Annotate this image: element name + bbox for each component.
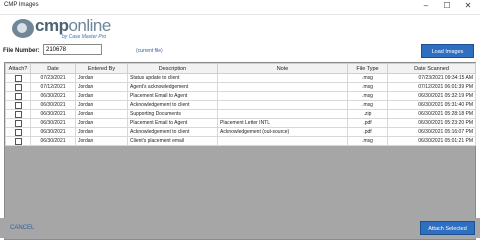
- cell-file-type: .pdf: [347, 127, 388, 137]
- attach-cell[interactable]: [5, 91, 31, 101]
- header-description[interactable]: Description: [127, 63, 218, 74]
- header-attach[interactable]: Attach?: [5, 63, 31, 74]
- cell-date-scanned: 07/23/2021 09:34:15 AM: [387, 73, 476, 83]
- cell-date-scanned: 06/30/2021 05:16:07 PM: [387, 127, 476, 137]
- images-grid: Attach? Date Entered By Description Note…: [4, 62, 476, 240]
- cell-note: [217, 100, 348, 110]
- attach-checkbox[interactable]: [14, 92, 22, 100]
- cell-file-type: .pdf: [347, 118, 388, 128]
- images-table: Attach? Date Entered By Description Note…: [5, 63, 476, 146]
- cell-date: 06/30/2021: [30, 127, 76, 137]
- cell-entered-by: Jordan: [75, 109, 128, 119]
- window-title: CMP Images: [4, 2, 39, 8]
- cell-file-type: .msg: [347, 136, 388, 146]
- current-file-link[interactable]: (current file): [136, 48, 163, 54]
- table-row[interactable]: 06/30/2021 Jordan Placement Email to Agent…: [5, 91, 476, 101]
- attach-checkbox[interactable]: [14, 110, 22, 118]
- cell-entered-by: Jordan: [75, 82, 128, 92]
- cell-note: [217, 136, 348, 146]
- cell-note: [217, 73, 348, 83]
- attach-cell[interactable]: [5, 82, 31, 92]
- cell-description: Placement Email to Agent: [127, 118, 218, 128]
- attach-cell[interactable]: [5, 109, 31, 119]
- cell-date-scanned: 06/30/2021 05:01:21 PM: [387, 136, 476, 146]
- cell-entered-by: Jordan: [75, 100, 128, 110]
- cell-description: Status update to client: [127, 73, 218, 83]
- cell-entered-by: Jordan: [75, 118, 128, 128]
- cell-note: [217, 82, 348, 92]
- cell-description: Supporting Documents: [127, 109, 218, 119]
- cell-description: Agent's acknowledgement: [127, 82, 218, 92]
- table-row[interactable]: 07/12/2021 Jordan Agent's acknowledgement.…: [5, 82, 476, 92]
- cell-file-type: .msg: [347, 91, 388, 101]
- attach-checkbox[interactable]: [14, 128, 22, 136]
- cell-entered-by: Jordan: [75, 127, 128, 137]
- logo-mark-icon: [12, 19, 34, 38]
- cell-description: Acknowledgement to client: [127, 127, 218, 137]
- table-row[interactable]: 06/30/2021 Jordan Supporting Documents .zip…: [5, 109, 476, 119]
- cell-description: Client's placement email: [127, 136, 218, 146]
- cancel-button[interactable]: CANCEL: [10, 225, 34, 231]
- close-button[interactable]: ✕: [459, 1, 477, 10]
- attach-selected-button[interactable]: Attach Selected: [420, 221, 475, 235]
- cell-date: 06/30/2021: [30, 118, 76, 128]
- header-date-scanned[interactable]: Date Scanned: [387, 63, 476, 74]
- file-number-label: File Number:: [3, 48, 40, 54]
- app-logo: cmponline by Case Master Pro: [12, 16, 111, 42]
- logo-brand: cmponline: [35, 16, 111, 35]
- table-row[interactable]: 06/30/2021 Jordan Placement Email to Agent…: [5, 118, 476, 128]
- cell-note: [217, 109, 348, 119]
- minimize-button[interactable]: –: [417, 1, 435, 10]
- cell-description: Placement Email to Agent: [127, 91, 218, 101]
- cell-date-scanned: 06/30/2021 05:32:19 PM: [387, 91, 476, 101]
- cell-date: 06/30/2021: [30, 91, 76, 101]
- bottom-bar: CANCEL Attach Selected: [0, 218, 480, 238]
- attach-cell[interactable]: [5, 136, 31, 146]
- attach-checkbox[interactable]: [14, 74, 22, 82]
- cell-description: Acknowledgement to client: [127, 100, 218, 110]
- cell-file-type: .msg: [347, 100, 388, 110]
- logo-tagline: by Case Master Pro: [62, 34, 107, 40]
- attach-checkbox[interactable]: [14, 119, 22, 127]
- maximize-button[interactable]: ☐: [438, 1, 456, 10]
- header-entered-by[interactable]: Entered By: [75, 63, 128, 74]
- attach-checkbox[interactable]: [14, 101, 22, 109]
- attach-checkbox[interactable]: [14, 137, 22, 145]
- table-row[interactable]: 06/30/2021 Jordan Acknowledgement to clien…: [5, 127, 476, 137]
- header-file-type[interactable]: File Type: [347, 63, 388, 74]
- header-note[interactable]: Note: [217, 63, 348, 74]
- table-header-row: Attach? Date Entered By Description Note…: [5, 63, 476, 74]
- cell-date: 06/30/2021: [30, 136, 76, 146]
- attach-cell[interactable]: [5, 118, 31, 128]
- cell-file-type: .msg: [347, 73, 388, 83]
- cell-note: Placement Letter INTL: [217, 118, 348, 128]
- file-number-input[interactable]: 210678: [43, 44, 102, 55]
- attach-cell[interactable]: [5, 127, 31, 137]
- cell-date-scanned: 07/12/2021 06:01:39 PM: [387, 82, 476, 92]
- cell-date: 06/30/2021: [30, 100, 76, 110]
- cell-note: [217, 91, 348, 101]
- attach-cell[interactable]: [5, 73, 31, 83]
- cell-entered-by: Jordan: [75, 73, 128, 83]
- attach-cell[interactable]: [5, 100, 31, 110]
- cell-file-type: .msg: [347, 82, 388, 92]
- title-bar: CMP Images – ☐ ✕: [0, 0, 480, 15]
- cell-note: Acknowledgement (out-source): [217, 127, 348, 137]
- cell-date-scanned: 06/30/2021 05:28:18 PM: [387, 109, 476, 119]
- cell-entered-by: Jordan: [75, 91, 128, 101]
- cell-date: 07/12/2021: [30, 82, 76, 92]
- attach-checkbox[interactable]: [14, 83, 22, 91]
- cell-file-type: .zip: [347, 109, 388, 119]
- header-date[interactable]: Date: [30, 63, 76, 74]
- table-row[interactable]: 07/23/2021 Jordan Status update to client.…: [5, 73, 476, 83]
- cell-date-scanned: 06/30/2021 05:31:40 PM: [387, 100, 476, 110]
- table-row[interactable]: 06/30/2021 Jordan Acknowledgement to clien…: [5, 100, 476, 110]
- cell-entered-by: Jordan: [75, 136, 128, 146]
- cell-date-scanned: 06/30/2021 05:23:20 PM: [387, 118, 476, 128]
- cell-date: 07/23/2021: [30, 73, 76, 83]
- load-images-button[interactable]: Load Images: [421, 44, 474, 58]
- cell-date: 06/30/2021: [30, 109, 76, 119]
- table-row[interactable]: 06/30/2021 Jordan Client's placement email…: [5, 136, 476, 146]
